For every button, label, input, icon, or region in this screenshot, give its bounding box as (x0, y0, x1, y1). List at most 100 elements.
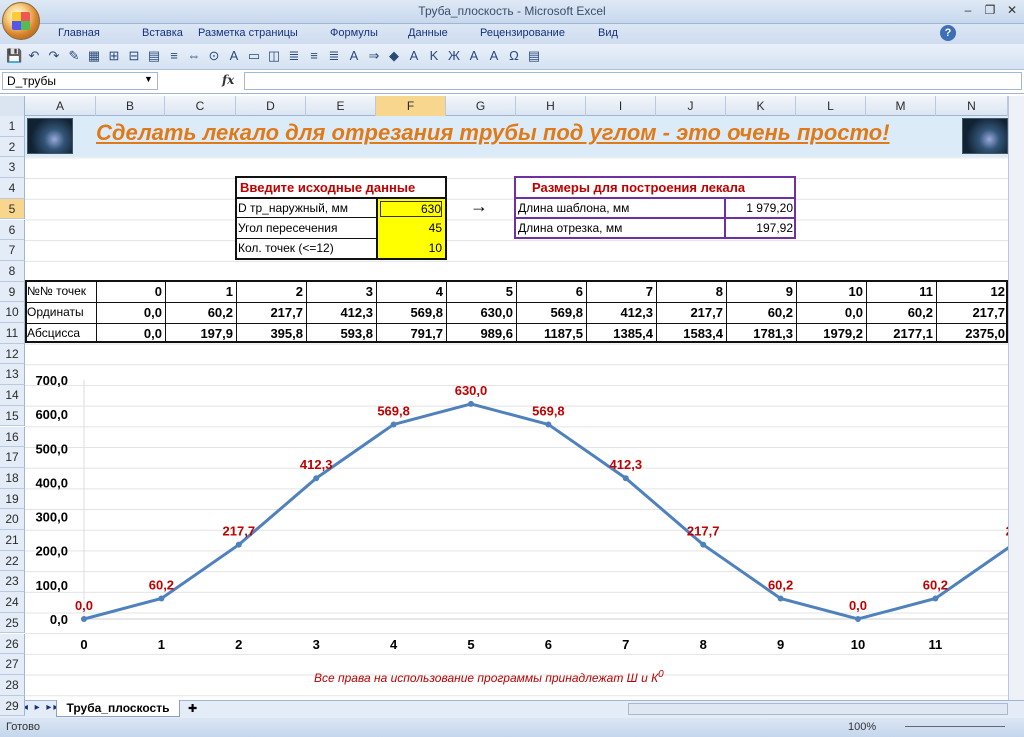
column-header-E[interactable]: E (306, 96, 376, 116)
row-header-5[interactable]: 5 (0, 198, 25, 220)
row-header-10[interactable]: 10 (0, 302, 25, 323)
tab-0[interactable]: Главная (58, 27, 100, 39)
column-header-A[interactable]: A (25, 96, 96, 116)
column-header-J[interactable]: J (656, 96, 726, 116)
chevron-down-icon[interactable]: ▼ (144, 74, 153, 84)
row-header-29[interactable]: 29 (0, 695, 25, 717)
toolbar-icon[interactable]: ⇔ (186, 48, 202, 64)
column-header-L[interactable]: L (796, 96, 866, 116)
row-header-28[interactable]: 28 (0, 674, 25, 696)
row-header-23[interactable]: 23 (0, 571, 25, 593)
toolbar-icon[interactable]: ≡ (306, 48, 322, 64)
row-header-19[interactable]: 19 (0, 488, 25, 510)
toolbar-icon[interactable]: ◫ (266, 48, 282, 64)
toolbar-icon[interactable]: Ж (446, 48, 462, 64)
toolbar-icon[interactable]: K (426, 48, 442, 64)
toolbar-icon[interactable]: ⊙ (206, 48, 222, 64)
help-icon[interactable]: ? (940, 25, 956, 41)
toolbar-icon[interactable]: ◆ (386, 48, 402, 64)
row-header-27[interactable]: 27 (0, 654, 25, 675)
column-header-F[interactable]: F (376, 96, 446, 116)
row-header-25[interactable]: 25 (0, 612, 25, 634)
column-header-H[interactable]: H (516, 96, 586, 116)
zoom-slider[interactable] (905, 726, 1005, 727)
name-box[interactable]: D_трубы (2, 72, 158, 90)
row-header-18[interactable]: 18 (0, 467, 25, 489)
column-header-B[interactable]: B (96, 96, 165, 116)
row-header-15[interactable]: 15 (0, 405, 25, 427)
toolbar-icon[interactable]: A (406, 48, 422, 64)
row-header-24[interactable]: 24 (0, 592, 25, 613)
toolbar-icon[interactable]: ≣ (326, 48, 342, 64)
toolbar-icon[interactable]: ▤ (526, 48, 542, 64)
close-icon[interactable]: ✕ (1002, 2, 1022, 18)
column-header-D[interactable]: D (236, 96, 306, 116)
maximize-icon[interactable]: ❐ (980, 2, 1000, 18)
tab-1[interactable]: Вставка (142, 27, 183, 39)
row-header-17[interactable]: 17 (0, 447, 25, 468)
row-header-16[interactable]: 16 (0, 426, 25, 448)
toolbar-icon[interactable]: ≡ (166, 48, 182, 64)
diameter-input[interactable]: 630 (380, 201, 442, 217)
angle-input[interactable]: 45 (380, 221, 442, 235)
tab-3[interactable]: Формулы (330, 27, 378, 39)
column-header-I[interactable]: I (586, 96, 656, 116)
row-header-22[interactable]: 22 (0, 550, 25, 572)
toolbar-icon[interactable]: ⇒ (366, 48, 382, 64)
minimize-icon[interactable]: – (958, 2, 978, 18)
formula-input[interactable] (244, 72, 1022, 90)
toolbar-icon[interactable]: ⊟ (126, 48, 142, 64)
column-header-C[interactable]: C (165, 96, 236, 116)
toolbar-icon[interactable]: ✎ (66, 48, 82, 64)
row-header-3[interactable]: 3 (0, 157, 25, 179)
row-header-4[interactable]: 4 (0, 178, 25, 199)
toolbar-icon[interactable]: ▦ (86, 48, 102, 64)
toolbar-icon[interactable]: ▭ (246, 48, 262, 64)
column-header-G[interactable]: G (446, 96, 516, 116)
column-header-M[interactable]: M (866, 96, 936, 116)
new-sheet-icon[interactable]: ✚ (188, 702, 197, 715)
row-header-13[interactable]: 13 (0, 364, 25, 386)
tab-sheet[interactable]: Труба_плоскость (56, 700, 180, 717)
table-cell: 10 (848, 284, 863, 299)
column-header-K[interactable]: K (726, 96, 796, 116)
row-header-21[interactable]: 21 (0, 530, 25, 551)
toolbar-icon[interactable]: 💾 (6, 48, 22, 64)
office-button[interactable] (2, 2, 40, 40)
tab-4[interactable]: Данные (408, 27, 448, 39)
function-icon[interactable]: fx (222, 73, 234, 87)
tab-5[interactable]: Рецензирование (480, 27, 565, 39)
row-header-11[interactable]: 11 (0, 323, 25, 344)
row-header-9[interactable]: 9 (0, 281, 25, 303)
row-header-26[interactable]: 26 (0, 633, 25, 655)
points-input[interactable]: 10 (380, 241, 442, 255)
table-cell: 60,2 (907, 305, 933, 320)
select-all[interactable] (0, 96, 25, 116)
toolbar-icon[interactable]: A (486, 48, 502, 64)
office-logo-icon (12, 12, 30, 30)
data-point (545, 421, 552, 428)
toolbar-icon[interactable]: A (466, 48, 482, 64)
row-header-2[interactable]: 2 (0, 136, 25, 158)
tab-2[interactable]: Разметка страницы (198, 27, 298, 39)
row-header-1[interactable]: 1 (0, 116, 25, 137)
column-header-N[interactable]: N (936, 96, 1008, 116)
toolbar-icon[interactable]: Ω (506, 48, 522, 64)
row-header-6[interactable]: 6 (0, 219, 25, 241)
toolbar-icon[interactable]: ≣ (286, 48, 302, 64)
horizontal-scrollbar[interactable] (628, 703, 1008, 715)
toolbar-icon[interactable]: ↷ (46, 48, 62, 64)
toolbar-icon[interactable]: ↶ (26, 48, 42, 64)
row-header-8[interactable]: 8 (0, 260, 25, 282)
toolbar-icon[interactable]: ⊞ (106, 48, 122, 64)
row-header-7[interactable]: 7 (0, 240, 25, 261)
toolbar-icon[interactable]: ▤ (146, 48, 162, 64)
row-header-14[interactable]: 14 (0, 385, 25, 406)
toolbar-icon[interactable]: A (346, 48, 362, 64)
table-row-label: №№ точек (27, 284, 87, 298)
row-header-20[interactable]: 20 (0, 509, 25, 530)
vertical-scrollbar[interactable] (1008, 96, 1024, 701)
row-header-12[interactable]: 12 (0, 343, 25, 365)
toolbar-icon[interactable]: A (226, 48, 242, 64)
tab-6[interactable]: Вид (598, 27, 618, 39)
